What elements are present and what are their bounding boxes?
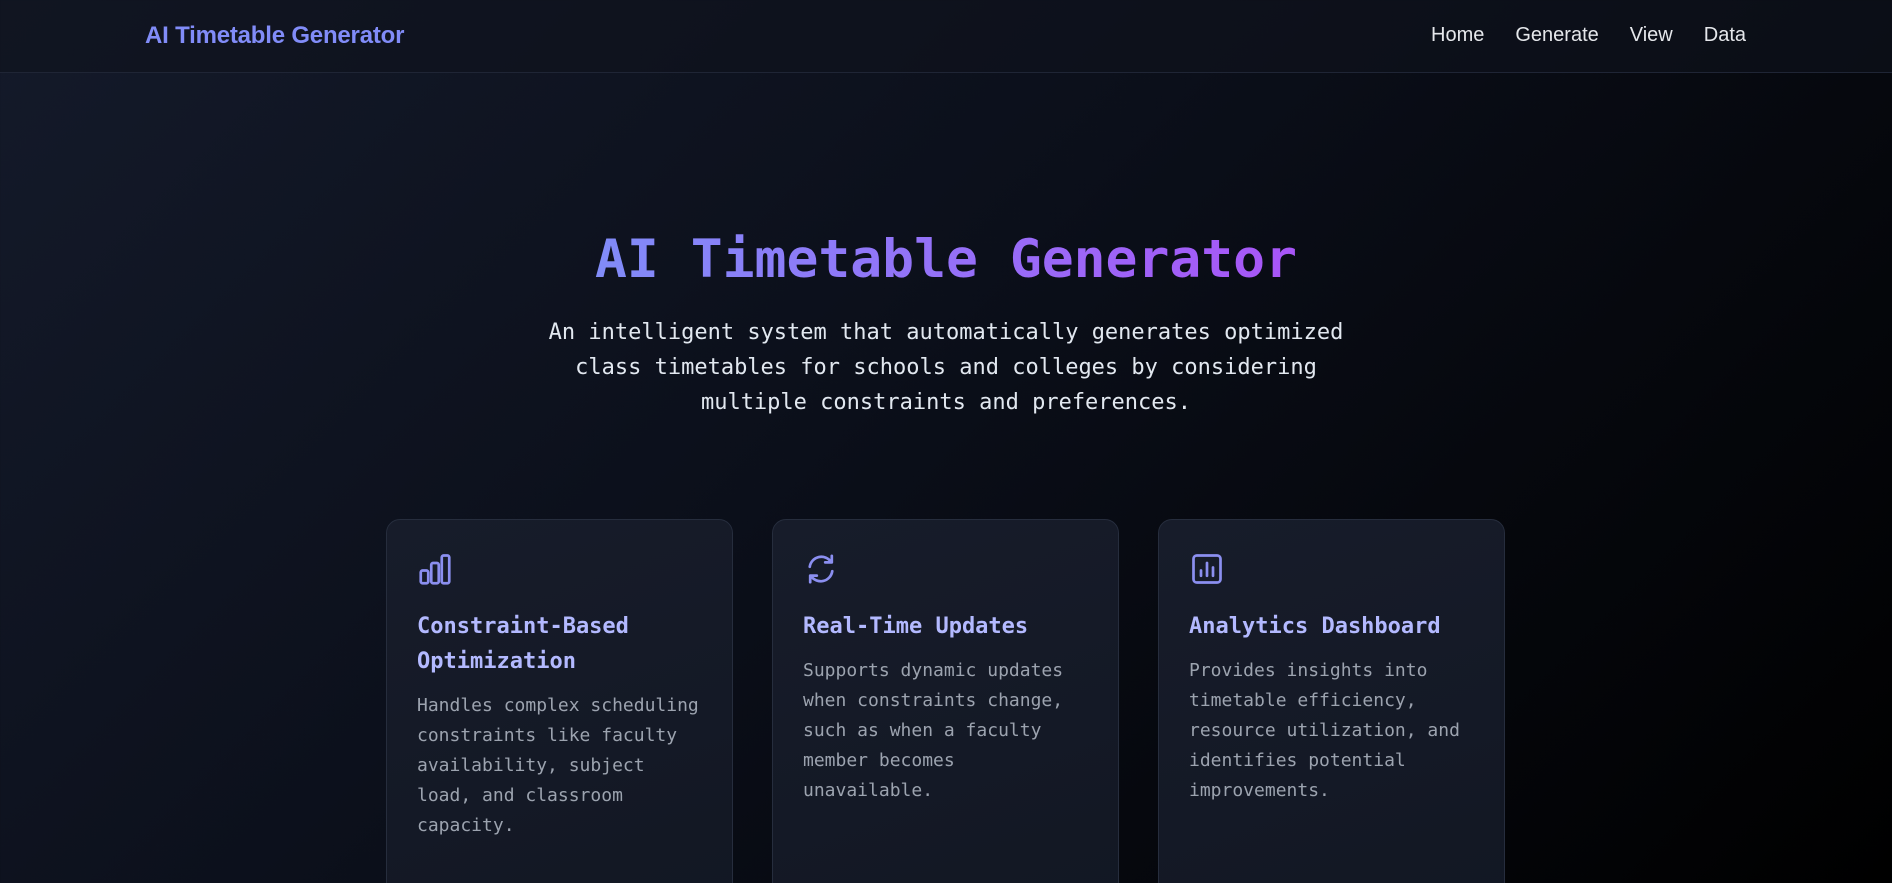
feature-description: Provides insights into timetable efficie… [1189,660,1460,801]
nav-link-generate[interactable]: Generate [1515,24,1598,47]
feature-card-analytics: Analytics Dashboard Provides insights in… [1158,519,1505,883]
nav-link-data[interactable]: Data [1704,24,1746,47]
hero-title-text: AI Timetable Generator [595,229,1297,290]
bar-chart-icon [417,551,453,587]
feature-card-realtime: Real-Time Updates Supports dynamic updat… [772,519,1119,883]
brand-logo[interactable]: AI Timetable Generator [145,22,404,50]
analytics-icon [1189,551,1225,587]
feature-description: Handles complex scheduling constraints l… [417,695,699,836]
nav-link-home[interactable]: Home [1431,24,1484,47]
hero-subtitle: An intelligent system that automatically… [548,320,1344,415]
nav-links: Home Generate View Data [1431,24,1746,47]
feature-title: Constraint-Based Optimization [417,614,629,674]
navbar: AI Timetable Generator Home Generate Vie… [0,0,1892,73]
feature-title: Real-Time Updates [803,614,1029,639]
hero-title: AI Timetable Generator [0,228,1892,292]
feature-title: Analytics Dashboard [1189,614,1441,639]
feature-description: Supports dynamic updates when constraint… [803,660,1064,801]
nav-link-view[interactable]: View [1630,24,1673,47]
feature-card-optimization: Constraint-Based Optimization Handles co… [386,519,733,883]
refresh-icon [803,551,839,587]
